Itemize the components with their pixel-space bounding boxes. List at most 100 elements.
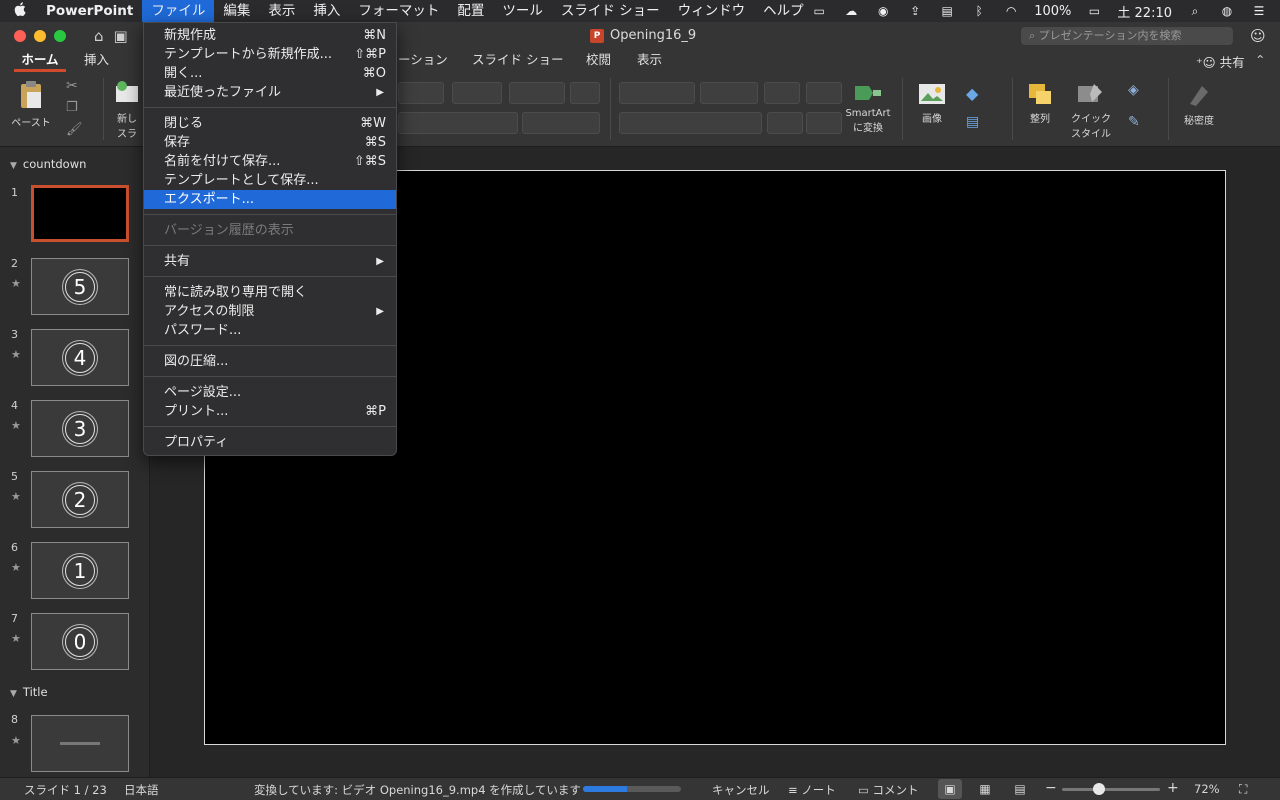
tab-animation-partial[interactable]: ーション <box>398 50 448 72</box>
format-painter-icon[interactable]: 🖌 <box>66 122 83 137</box>
zoom-slider[interactable] <box>1062 788 1160 791</box>
menu-item-new-from-template[interactable]: テンプレートから新規作成... ⇧⌘P <box>144 45 396 64</box>
collapse-ribbon-icon[interactable]: ⌃ <box>1255 52 1265 67</box>
slide-sorter-button[interactable]: ▦ <box>973 779 997 799</box>
sync-icon[interactable]: ◉ <box>874 4 892 18</box>
menu-item-print[interactable]: プリント... ⌘P <box>144 402 396 421</box>
sensitivity-button[interactable]: 秘密度 <box>1176 82 1222 127</box>
save-icon[interactable]: ▣ <box>114 27 128 45</box>
new-slide-button[interactable]: 新し スラ <box>112 80 142 140</box>
text-effects-group[interactable] <box>398 112 518 134</box>
font-size-select[interactable] <box>452 82 502 104</box>
menubar-arrange[interactable]: 配置 <box>448 0 493 22</box>
alignment-group[interactable] <box>619 112 762 134</box>
tab-insert[interactable]: 挿入 <box>84 50 109 72</box>
slide-thumbnail-5[interactable]: 2 <box>31 471 129 528</box>
shape-outline-icon[interactable]: ✎ <box>1128 114 1140 130</box>
slide-thumbnail-3[interactable]: 4 <box>31 329 129 386</box>
section-header-countdown[interactable]: ▼ countdown <box>10 157 86 171</box>
search-box[interactable]: ⌕ プレゼンテーション内を検索 <box>1021 27 1233 45</box>
tab-slideshow[interactable]: スライド ショー <box>472 50 563 72</box>
menubar-app-name[interactable]: PowerPoint <box>40 0 142 22</box>
shapes-icon[interactable]: ◆ <box>966 84 978 103</box>
zoom-window-button[interactable] <box>54 30 66 42</box>
battery-percent[interactable]: 100% <box>1034 4 1071 19</box>
tab-review[interactable]: 校閲 <box>586 50 611 72</box>
font-size-grow-shrink[interactable] <box>509 82 565 104</box>
menu-item-open[interactable]: 開く... ⌘O <box>144 64 396 83</box>
tab-home[interactable]: ホーム <box>14 50 66 72</box>
tab-view[interactable]: 表示 <box>637 50 662 72</box>
bullets-numbering-group[interactable] <box>619 82 695 104</box>
slide-thumbnail-1[interactable] <box>31 185 129 242</box>
menu-item-always-open-read-only[interactable]: 常に読み取り専用で開く <box>144 283 396 302</box>
fit-to-window-icon[interactable]: ⛶ <box>1239 782 1247 797</box>
slide-thumbnail-8[interactable] <box>31 715 129 772</box>
minimize-window-button[interactable] <box>34 30 46 42</box>
paste-button[interactable]: ペースト <box>10 80 52 129</box>
menu-item-passwords[interactable]: パスワード... <box>144 321 396 340</box>
menu-item-export[interactable]: エクスポート... <box>144 190 396 209</box>
upload-cloud-icon[interactable]: ⇪ <box>906 4 924 18</box>
indent-group[interactable] <box>700 82 758 104</box>
creative-cloud-icon[interactable]: ☁ <box>842 4 860 18</box>
zoom-out-button[interactable]: − <box>1045 780 1057 796</box>
shape-fill-icon[interactable]: ◈ <box>1128 82 1139 98</box>
menubar-file[interactable]: ファイル <box>142 0 215 22</box>
menubar-format[interactable]: フォーマット <box>349 0 448 22</box>
clock[interactable]: 土 22:10 <box>1117 2 1172 21</box>
us-flag-icon[interactable]: ▤ <box>938 4 956 18</box>
convert-to-smartart-button[interactable]: SmartArt に変換 <box>843 82 893 134</box>
picture-button[interactable]: 画像 <box>912 82 952 125</box>
home-icon[interactable]: ⌂ <box>94 27 104 45</box>
copy-icon[interactable]: ❐ <box>66 100 78 115</box>
highlight-font-color-group[interactable] <box>522 112 600 134</box>
menubar-edit[interactable]: 編集 <box>214 0 259 22</box>
section-header-title[interactable]: ▼ Title <box>10 685 48 699</box>
menu-item-new[interactable]: 新規作成 ⌘N <box>144 26 396 45</box>
menubar-help[interactable]: ヘルプ <box>754 0 813 22</box>
menubar-view[interactable]: 表示 <box>259 0 304 22</box>
font-family-select[interactable] <box>398 82 444 104</box>
cancel-export-button[interactable]: キャンセル <box>712 782 770 798</box>
account-icon[interactable]: ☺ <box>1250 27 1266 45</box>
slide-thumbnail-4[interactable]: 3 <box>31 400 129 457</box>
presenter-icon[interactable]: ▭ <box>810 4 828 18</box>
notes-button[interactable]: ≡ ノート <box>788 782 836 798</box>
text-direction-button[interactable] <box>767 112 803 134</box>
slide-thumbnail-7[interactable]: 0 <box>31 613 129 670</box>
menu-item-save-as[interactable]: 名前を付けて保存... ⇧⌘S <box>144 152 396 171</box>
normal-view-button[interactable]: ▣ <box>938 779 962 799</box>
close-window-button[interactable] <box>14 30 26 42</box>
zoom-in-button[interactable]: + <box>1167 780 1179 796</box>
wifi-icon[interactable]: ◠ <box>1002 4 1020 18</box>
language-indicator[interactable]: 日本語 <box>124 782 159 798</box>
menu-item-recent-files[interactable]: 最近使ったファイル ▶ <box>144 83 396 102</box>
slide-thumbnail-2[interactable]: 5 <box>31 258 129 315</box>
menu-item-page-setup[interactable]: ページ設定... <box>144 383 396 402</box>
slide-thumbnail-6[interactable]: 1 <box>31 542 129 599</box>
menu-item-close[interactable]: 閉じる ⌘W <box>144 114 396 133</box>
reading-view-button[interactable]: ▤ <box>1008 779 1032 799</box>
battery-icon[interactable]: ▭ <box>1085 4 1103 18</box>
cut-icon[interactable]: ✂ <box>66 78 78 94</box>
text-box-icon[interactable]: ▤ <box>966 114 979 130</box>
menubar-slideshow[interactable]: スライド ショー <box>552 0 669 22</box>
zoom-slider-handle[interactable] <box>1093 783 1105 795</box>
comments-button[interactable]: ▭ コメント <box>858 782 919 798</box>
bluetooth-icon[interactable]: ᛒ <box>970 4 988 18</box>
share-button[interactable]: ⁺☺ 共有 <box>1196 52 1245 71</box>
slide-count[interactable]: スライド 1 / 23 <box>24 782 107 798</box>
menu-item-restrict-access[interactable]: アクセスの制限 ▶ <box>144 302 396 321</box>
menu-item-save-as-template[interactable]: テンプレートとして保存... <box>144 171 396 190</box>
quick-styles-button[interactable]: クイック スタイル <box>1068 82 1114 140</box>
apple-menu-icon[interactable] <box>0 2 40 20</box>
menubar-tools[interactable]: ツール <box>493 0 552 22</box>
menubar-window[interactable]: ウィンドウ <box>669 0 755 22</box>
spotlight-search-icon[interactable]: ⌕ <box>1186 4 1204 18</box>
line-spacing-button[interactable] <box>764 82 800 104</box>
columns-button[interactable] <box>806 82 842 104</box>
menu-item-compress-pictures[interactable]: 図の圧縮... <box>144 352 396 371</box>
menu-item-save[interactable]: 保存 ⌘S <box>144 133 396 152</box>
menu-item-share[interactable]: 共有 ▶ <box>144 252 396 271</box>
